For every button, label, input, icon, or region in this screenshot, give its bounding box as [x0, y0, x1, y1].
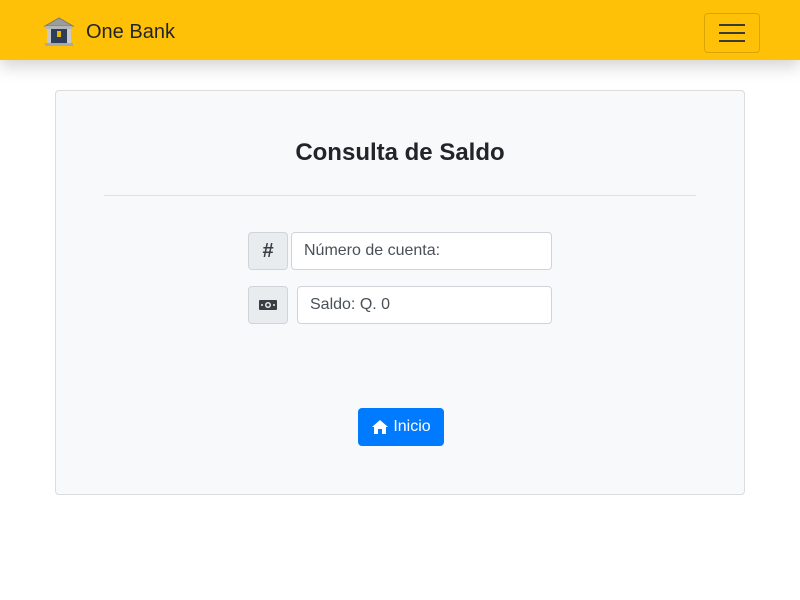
- bank-icon: [42, 15, 76, 49]
- hash-icon: #: [248, 232, 288, 270]
- account-number-group: #: [248, 232, 552, 270]
- home-icon: [371, 419, 389, 435]
- divider: [104, 195, 696, 196]
- page-title: Consulta de Saldo: [295, 139, 505, 166]
- navbar: One Bank: [0, 0, 800, 60]
- account-number-input[interactable]: [291, 232, 552, 270]
- money-bill-icon: [248, 286, 288, 324]
- brand-name: One Bank: [86, 20, 175, 43]
- brand-link[interactable]: One Bank: [42, 14, 175, 50]
- home-button[interactable]: Inicio: [358, 408, 444, 446]
- hamburger-menu-icon: [719, 24, 745, 26]
- balance-field[interactable]: [297, 286, 552, 324]
- menu-toggle-button[interactable]: [704, 13, 760, 53]
- balance-group: [248, 286, 552, 324]
- balance-card: Consulta de Saldo # Inicio: [55, 90, 745, 495]
- home-button-label: Inicio: [393, 418, 431, 435]
